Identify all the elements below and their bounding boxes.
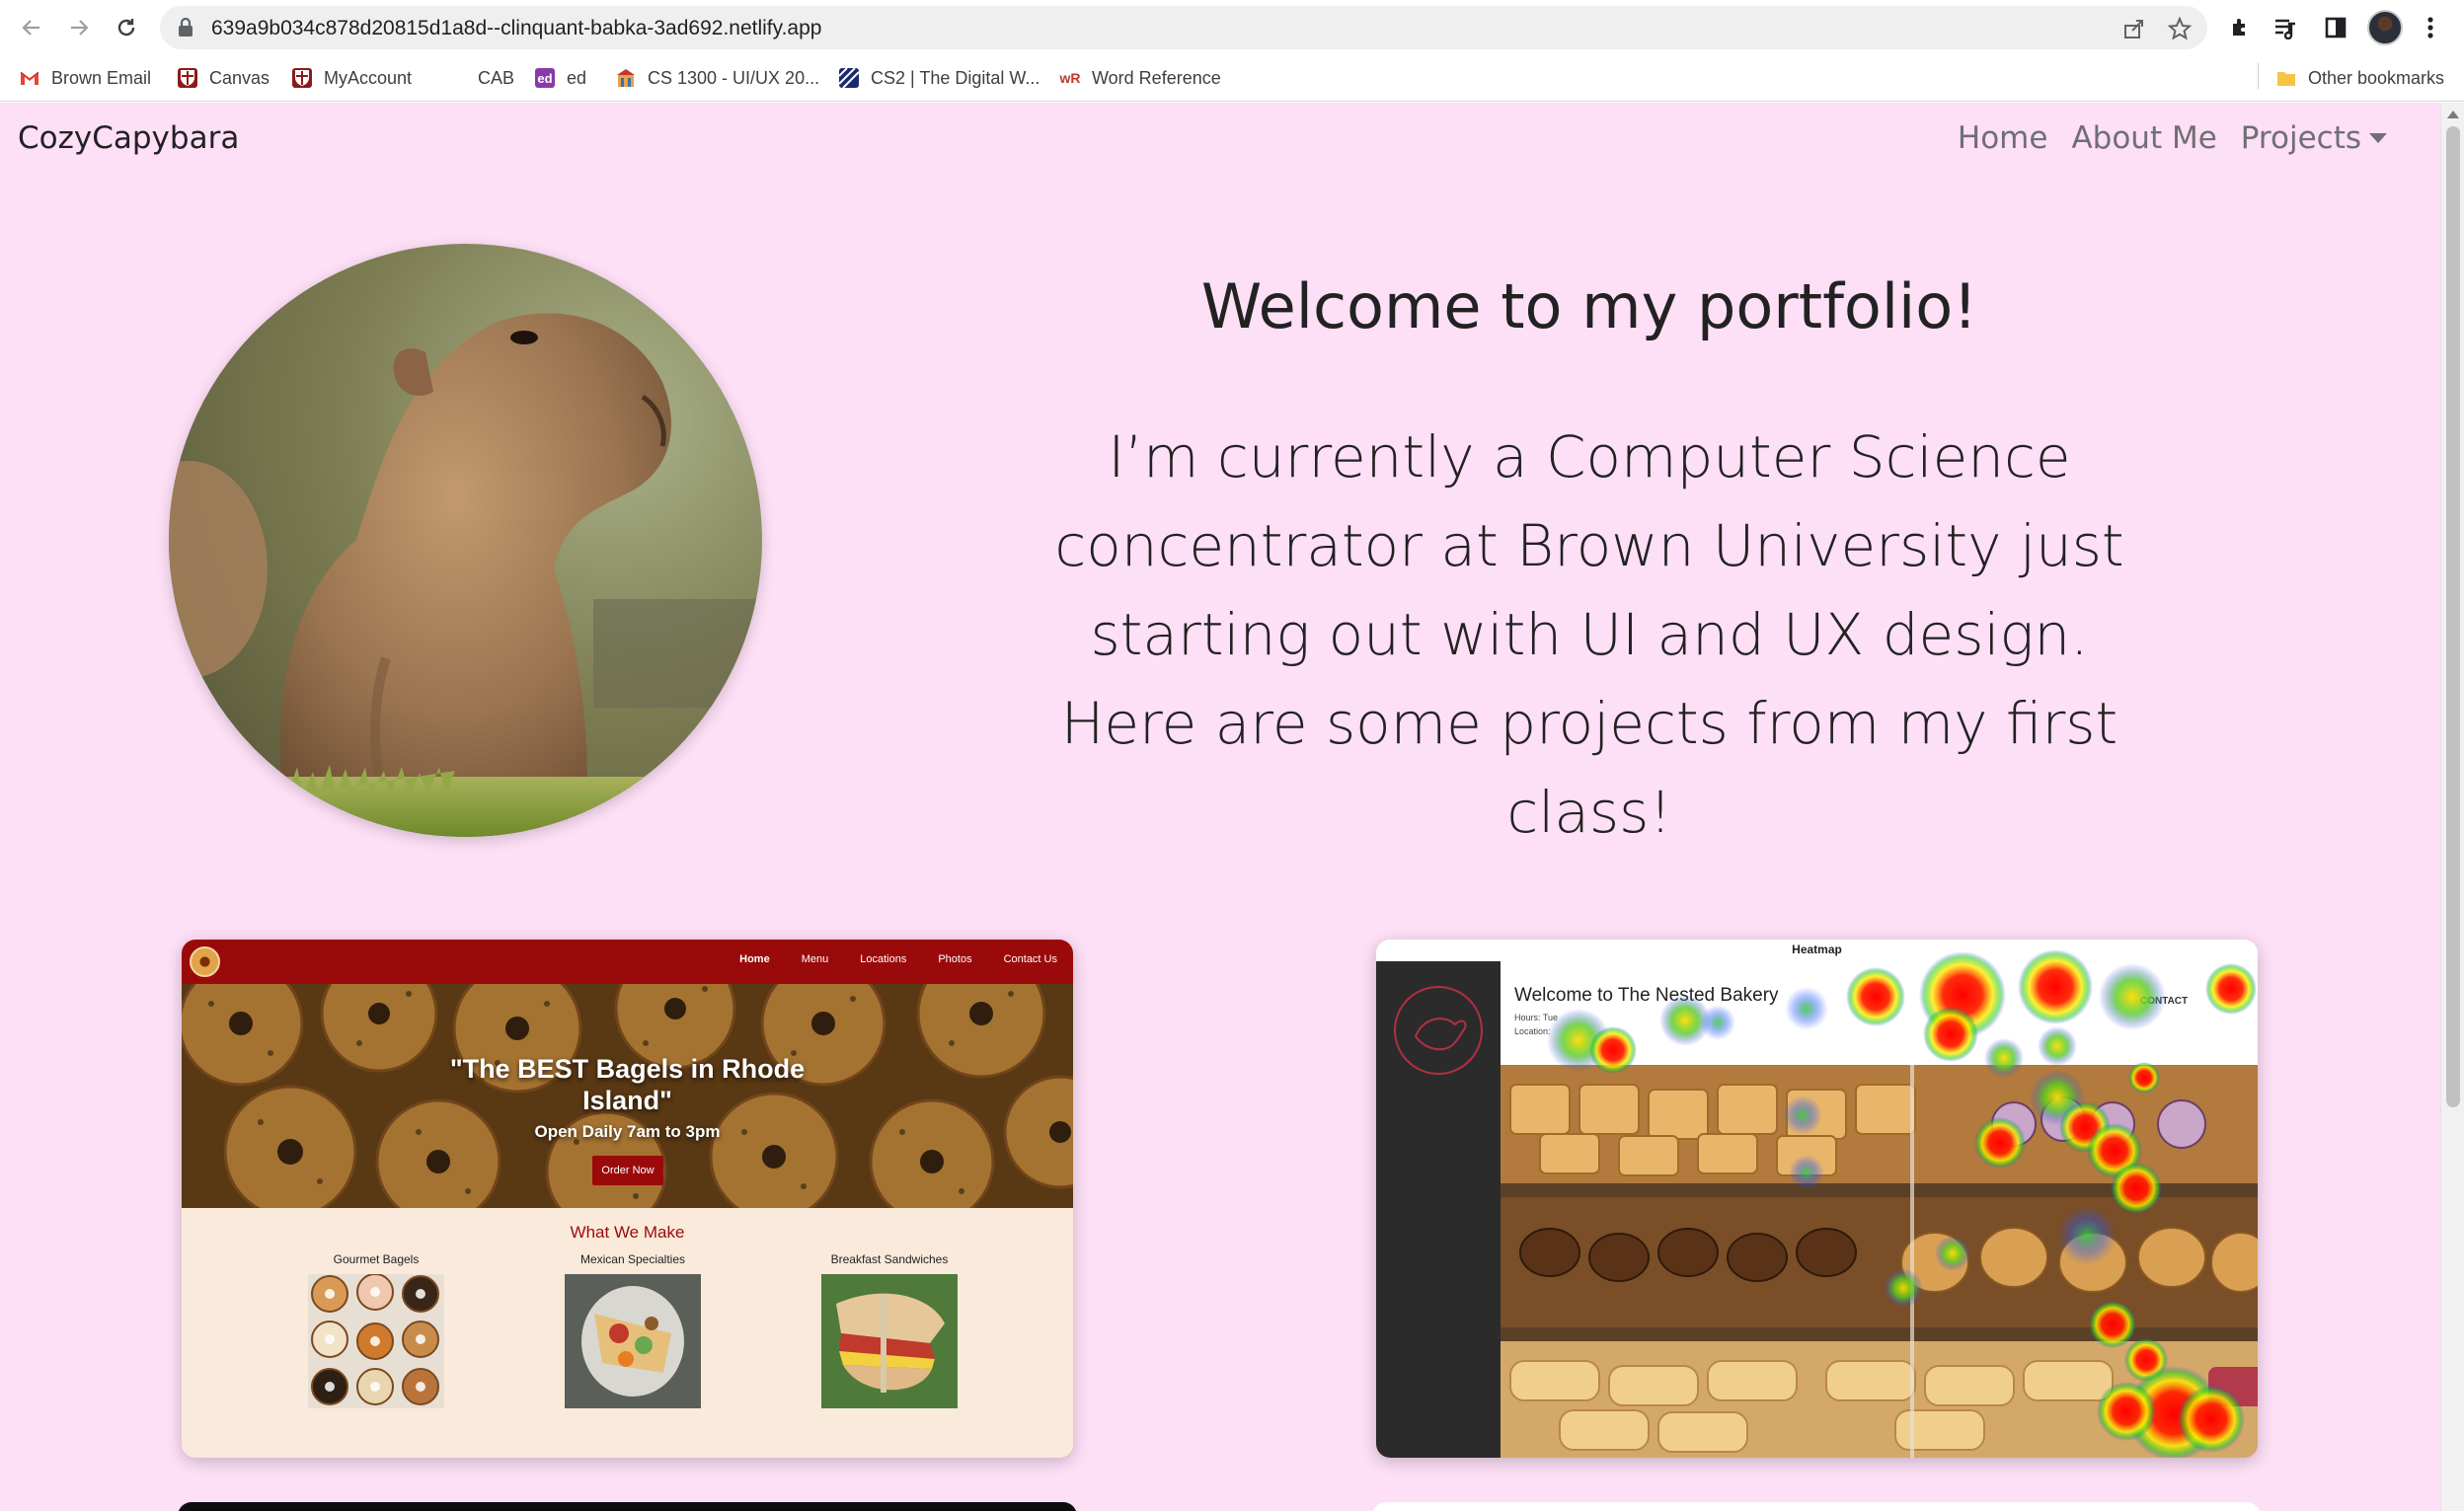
side-panel-icon[interactable] (2322, 14, 2349, 41)
blank-icon (446, 68, 466, 88)
bakery-hours-text: Hours: Tue (1514, 1013, 1559, 1022)
folder-icon (2276, 68, 2296, 88)
bookmarks-divider (2258, 63, 2259, 89)
bagel-item-breakfast: Breakfast Sandwiches (810, 1252, 968, 1408)
bakery-location-text: Location: (1514, 1026, 1551, 1036)
nav-about-me[interactable]: About Me (2071, 120, 2216, 156)
bagel-item-label: Gourmet Bagels (333, 1252, 420, 1266)
reload-icon[interactable] (109, 10, 144, 45)
star-icon[interactable] (2167, 16, 2193, 40)
bagel-order-button: Order Now (592, 1156, 663, 1185)
nav-projects-dropdown[interactable]: Projects (2241, 120, 2387, 156)
shield-icon (292, 68, 312, 88)
building-icon (616, 68, 636, 88)
mexican-specialties-photo (565, 1274, 701, 1408)
bagel-nav-links: Home Menu Locations Photos Contact Us (739, 953, 1057, 965)
heatmap-label: Heatmap (1376, 940, 2258, 961)
bagel-hours: Open Daily 7am to 3pm (534, 1122, 721, 1141)
kebab-menu-icon[interactable] (2417, 14, 2444, 41)
bookmark-brown-email[interactable]: Brown Email (20, 63, 151, 93)
bagel-item-label: Breakfast Sandwiches (830, 1252, 949, 1266)
reading-list-icon[interactable] (2272, 14, 2300, 41)
site-brand[interactable]: CozyCapybara (18, 120, 239, 156)
capybara-photo (169, 244, 762, 837)
gourmet-bagels-photo (308, 1273, 444, 1408)
bagel-nav-locations: Locations (860, 953, 907, 965)
bagel-nav-contact: Contact Us (1003, 953, 1057, 965)
bagel-nav-photos: Photos (938, 953, 972, 965)
back-icon[interactable] (14, 10, 49, 45)
bagel-item-mexican: Mexican Specialties (554, 1252, 712, 1408)
url-text[interactable]: 639a9b034c878d20815d1a8d--clinquant-babk… (211, 17, 821, 40)
address-row: 639a9b034c878d20815d1a8d--clinquant-babk… (0, 0, 2464, 55)
lock-icon (178, 17, 193, 42)
bookmark-word-reference[interactable]: wR Word Reference (1060, 63, 1221, 93)
page-scrollbar[interactable] (2440, 103, 2464, 1511)
bagel-nav-home: Home (739, 953, 770, 965)
bagel-hero: "The BEST Bagels in Rhode Island" Open D… (182, 984, 1073, 1208)
profile-avatar[interactable] (2367, 10, 2403, 45)
other-bookmarks[interactable]: Other bookmarks (2276, 63, 2444, 93)
bagel-headline: "The BEST Bagels in Rhode Island" (449, 1054, 806, 1115)
bagel-logo-icon (190, 946, 220, 977)
nav-home[interactable]: Home (1958, 120, 2048, 156)
gmail-icon (20, 68, 39, 88)
bakery-logo-icon (1394, 986, 1483, 1075)
bookmark-cs1300[interactable]: CS 1300 - UI/UX 20... (616, 63, 819, 93)
ed-icon: ed (535, 68, 555, 88)
bakery-contact-link: CONTACT (2140, 996, 2189, 1007)
bagel-section-title: What We Make (570, 1223, 685, 1242)
extensions-icon[interactable] (2227, 14, 2255, 41)
nav-projects-label: Projects (2240, 120, 2361, 156)
shield-icon (178, 68, 197, 88)
bagel-nav-menu: Menu (801, 953, 829, 965)
caret-down-icon (2369, 133, 2387, 143)
bagel-item-label: Mexican Specialties (579, 1252, 686, 1266)
bagel-item-gourmet: Gourmet Bagels (297, 1252, 455, 1408)
stripes-icon (839, 68, 859, 88)
intro-section: Welcome to my portfolio! I’m currently a… (1017, 270, 2162, 857)
project-card-heatmap[interactable]: Heatmap Welcome to The Nested Bakery Hou… (1376, 940, 2258, 1458)
scroll-thumb[interactable] (2446, 126, 2460, 1107)
bookmarks-bar: Brown Email Canvas MyAccount CAB ed ed C… (0, 55, 2464, 101)
browser-chrome: 639a9b034c878d20815d1a8d--clinquant-babk… (0, 0, 2464, 102)
next-project-card-left[interactable] (178, 1502, 1077, 1511)
bookmark-cs2[interactable]: CS2 | The Digital W... (839, 63, 1040, 93)
bookmark-myaccount[interactable]: MyAccount (292, 63, 412, 93)
bakery-title: Welcome to The Nested Bakery (1514, 985, 1779, 1006)
bookmark-ed[interactable]: ed ed (535, 63, 586, 93)
bagel-what-we-make: What We Make Gourmet Bagels Mexican Spec… (182, 1208, 1073, 1458)
next-project-card-right[interactable] (1372, 1502, 2261, 1511)
welcome-heading: Welcome to my portfolio! (1200, 270, 1978, 342)
bagel-navbar: Home Menu Locations Photos Contact Us (182, 940, 1073, 984)
share-icon[interactable] (2122, 17, 2146, 40)
address-bar[interactable]: 639a9b034c878d20815d1a8d--clinquant-babk… (160, 6, 2207, 49)
scroll-up-icon[interactable] (2447, 111, 2459, 118)
bookmark-canvas[interactable]: Canvas (178, 63, 270, 93)
breakfast-sandwiches-photo (821, 1274, 958, 1408)
heatmap-sidebar (1376, 961, 1501, 1458)
heatmap-header: Welcome to The Nested Bakery Hours: Tue L… (1501, 961, 2258, 1065)
wr-icon: wR (1059, 70, 1081, 86)
site-nav: Home About Me Projects (1958, 120, 2387, 156)
project-card-bagel[interactable]: Home Menu Locations Photos Contact Us "T… (182, 940, 1073, 1458)
pastry-case-photo (1501, 1065, 2258, 1458)
bookmark-cab[interactable]: CAB (446, 63, 514, 93)
portfolio-page: CozyCapybara Home About Me Projects Welc… (0, 103, 2440, 1511)
bakery-hours: Hours: Tue Location: (1514, 1011, 1558, 1038)
intro-paragraph: I’m currently a Computer Science concent… (1054, 423, 2124, 847)
forward-icon[interactable] (61, 10, 97, 45)
